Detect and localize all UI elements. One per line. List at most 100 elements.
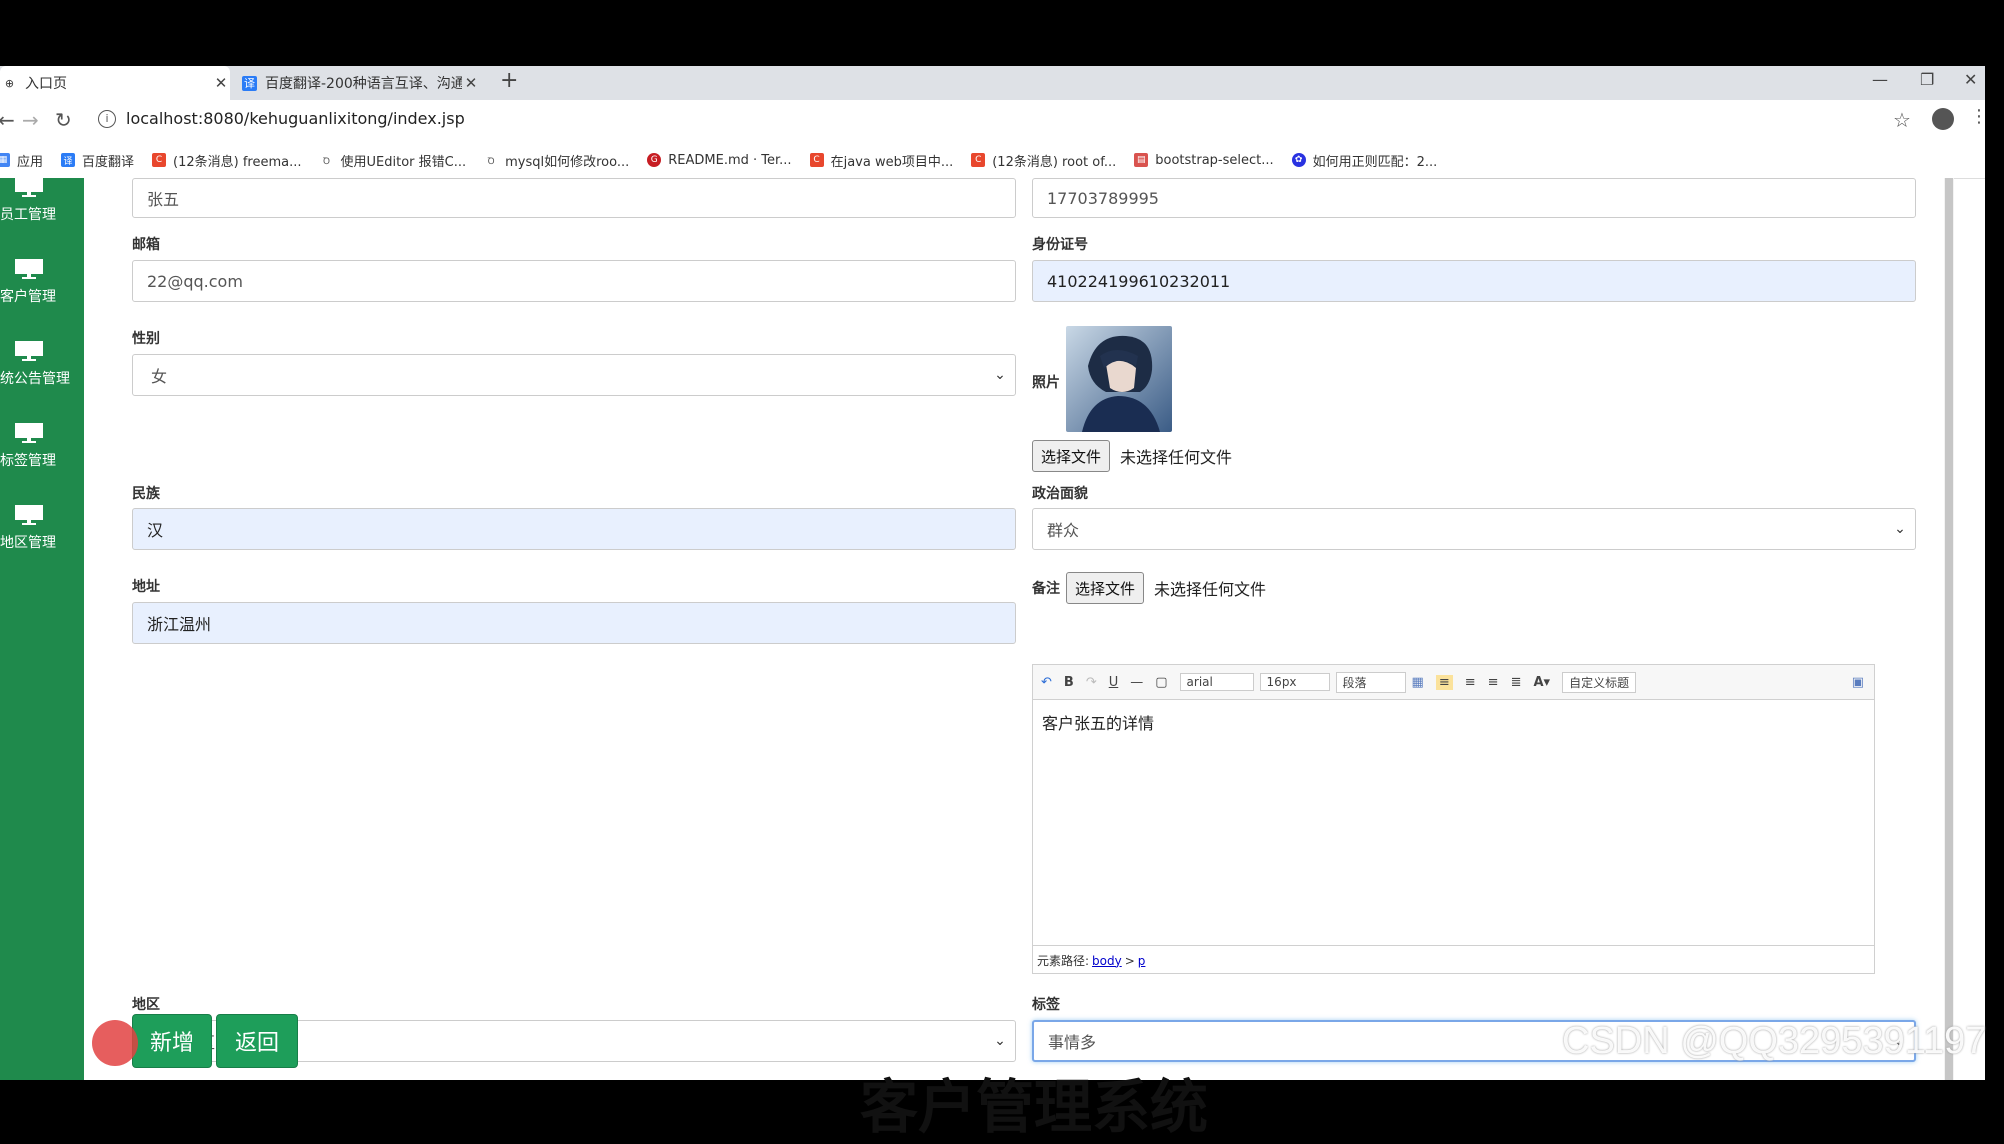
photo-file-status: 未选择任何文件 bbox=[1120, 448, 1233, 467]
chevron-down-icon: ⌄ bbox=[1894, 521, 1906, 537]
add-button[interactable]: 新增 bbox=[132, 1014, 212, 1068]
photo-file-button[interactable]: 选择文件 bbox=[1032, 440, 1111, 472]
monitor-icon bbox=[15, 259, 43, 279]
chevron-down-icon: ⌄ bbox=[994, 1033, 1006, 1049]
rich-text-editor: ↶ B ↷ U — ▢ arial 16px 段落 ▦ ≡ ≡ ≡ ≣ A▾ 自… bbox=[1032, 664, 1875, 974]
baidu-translate-icon: 译 bbox=[242, 75, 257, 91]
remark-file-button[interactable]: 选择文件 bbox=[1066, 572, 1145, 604]
editor-content[interactable]: 客户张五的详情 bbox=[1033, 700, 1874, 945]
scrollbar-thumb[interactable] bbox=[1945, 178, 1953, 1080]
chevron-down-icon: ⌄ bbox=[994, 367, 1006, 383]
new-tab-button[interactable]: + bbox=[500, 68, 518, 93]
apps-icon: ▦ bbox=[0, 153, 10, 167]
address-label: 地址 bbox=[132, 579, 160, 595]
bookmark-item[interactable]: Ꝺ 使用UEditor 报错C... bbox=[320, 151, 466, 170]
bookmark-item[interactable]: C (12条消息) root of... bbox=[971, 151, 1116, 170]
redo-icon[interactable]: ↷ bbox=[1086, 675, 1097, 690]
bookmark-apps[interactable]: ▦ 应用 bbox=[0, 151, 43, 170]
sidebar: 员工管理 客户管理 统公告管理 标签管理 地区管理 bbox=[0, 177, 84, 1080]
underline-icon[interactable]: U bbox=[1109, 675, 1119, 690]
align-left-icon[interactable]: ≡ bbox=[1435, 674, 1453, 690]
video-caption: 客户管理系统 bbox=[860, 1073, 1209, 1141]
bookmark-item[interactable]: C 在java web项目中... bbox=[809, 151, 953, 170]
monitor-icon bbox=[15, 423, 43, 443]
page-scrollbar[interactable] bbox=[1944, 178, 1954, 1080]
ethnicity-label: 民族 bbox=[132, 486, 160, 502]
paragraph-select[interactable]: 段落 bbox=[1335, 671, 1406, 693]
email-label: 邮箱 bbox=[132, 237, 160, 253]
csdn-watermark: CSDN @QQ3295391197 bbox=[1562, 1020, 1987, 1062]
customer-photo bbox=[1066, 326, 1172, 432]
back-button[interactable]: 返回 bbox=[216, 1014, 298, 1068]
custom-title-select[interactable]: 自定义标题 bbox=[1562, 671, 1637, 693]
menu-icon[interactable]: ⋮ bbox=[1970, 106, 1985, 127]
address-bar: ← → ↻ i localhost:8080/kehuguanlixitong/… bbox=[0, 100, 1985, 143]
editor-path-bar: 元素路径: body > p bbox=[1033, 945, 1874, 975]
mysql-icon: Ꝺ bbox=[487, 156, 495, 167]
bookmark-item[interactable]: ▤ bootstrap-select... bbox=[1134, 153, 1274, 168]
tab-bar: ⊕ 入口页 ✕ 译 百度翻译-200种语言互译、沟通 ✕ + — ❐ ✕ bbox=[0, 66, 1985, 100]
gitee-icon: G bbox=[647, 153, 662, 167]
monitor-icon bbox=[15, 341, 43, 361]
csdn-icon: C bbox=[152, 153, 167, 167]
info-icon: i bbox=[98, 109, 116, 128]
ethnicity-input[interactable]: 汉 bbox=[132, 508, 1016, 550]
bookmarks-bar: ▦ 应用 译 百度翻译 C (12条消息) freema... Ꝺ 使用UEdi… bbox=[0, 142, 1985, 179]
font-family-select[interactable]: arial bbox=[1179, 673, 1254, 691]
minimize-icon[interactable]: — bbox=[1872, 70, 1888, 89]
baidu-translate-icon: 译 bbox=[61, 153, 76, 167]
political-select[interactable]: 群众 ⌄ bbox=[1032, 508, 1916, 550]
account-icon[interactable] bbox=[1932, 108, 1954, 130]
tab-entry-page[interactable]: ⊕ 入口页 ✕ bbox=[0, 66, 230, 100]
font-color-icon[interactable]: A▾ bbox=[1533, 675, 1550, 690]
bookmark-item[interactable]: G README.md · Ter... bbox=[647, 153, 792, 168]
name-input[interactable]: 张五 bbox=[132, 178, 1016, 218]
path-body-link[interactable]: body bbox=[1092, 954, 1122, 968]
browser-window: ⊕ 入口页 ✕ 译 百度翻译-200种语言互译、沟通 ✕ + — ❐ ✕ ← →… bbox=[0, 66, 1985, 1080]
monitor-icon bbox=[15, 177, 43, 197]
bookmark-item[interactable]: ✿ 如何用正则匹配：2... bbox=[1291, 151, 1437, 170]
tab-baidu-translate[interactable]: 译 百度翻译-200种语言互译、沟通 ✕ bbox=[240, 66, 480, 100]
reload-icon[interactable]: ↻ bbox=[55, 108, 72, 132]
political-label: 政治面貌 bbox=[1032, 486, 1088, 502]
baidu-icon: ✿ bbox=[1291, 153, 1306, 167]
bookmark-item[interactable]: 译 百度翻译 bbox=[61, 151, 134, 170]
region-label: 地区 bbox=[132, 997, 160, 1013]
restore-icon[interactable]: ❐ bbox=[1920, 70, 1934, 89]
address-input[interactable]: 浙江温州 bbox=[132, 602, 1016, 644]
clear-format-icon[interactable]: ▢ bbox=[1155, 675, 1167, 690]
forward-icon[interactable]: → bbox=[22, 108, 39, 132]
font-size-select[interactable]: 16px bbox=[1259, 673, 1330, 691]
align-center-icon[interactable]: ≡ bbox=[1465, 675, 1476, 690]
path-p-link[interactable]: p bbox=[1138, 954, 1146, 968]
url-field[interactable]: i localhost:8080/kehuguanlixitong/index.… bbox=[98, 109, 465, 128]
bold-icon[interactable]: B bbox=[1064, 675, 1074, 690]
email-input[interactable]: 22@qq.com bbox=[132, 260, 1016, 302]
bookmark-item[interactable]: Ꝺ mysql如何修改roo... bbox=[484, 151, 630, 170]
phone-input[interactable]: 17703789995 bbox=[1032, 178, 1916, 218]
table-icon[interactable]: ▦ bbox=[1412, 675, 1424, 690]
window-close-icon[interactable]: ✕ bbox=[1964, 70, 1977, 89]
fullscreen-icon[interactable]: ▣ bbox=[1852, 675, 1864, 690]
bookmark-icon: ▤ bbox=[1134, 153, 1149, 167]
csdn-icon: C bbox=[971, 153, 986, 167]
idcard-input[interactable]: 410224199610232011 bbox=[1032, 260, 1916, 302]
idcard-label: 身份证号 bbox=[1032, 237, 1088, 253]
monitor-icon bbox=[15, 505, 43, 525]
align-justify-icon[interactable]: ≣ bbox=[1511, 675, 1522, 690]
remark-file-status: 未选择任何文件 bbox=[1154, 580, 1267, 599]
horizontal-rule-icon[interactable]: — bbox=[1130, 675, 1143, 690]
gender-select[interactable]: 女 ⌄ bbox=[132, 354, 1016, 396]
ueditor-icon: Ꝺ bbox=[323, 156, 331, 167]
remark-label: 备注 bbox=[1032, 581, 1060, 597]
csdn-icon: C bbox=[809, 153, 824, 167]
bookmark-star-icon[interactable]: ☆ bbox=[1893, 108, 1911, 132]
back-icon[interactable]: ← bbox=[0, 108, 15, 132]
undo-icon[interactable]: ↶ bbox=[1041, 675, 1052, 690]
bookmark-item[interactable]: C (12条消息) freema... bbox=[152, 151, 302, 170]
align-right-icon[interactable]: ≡ bbox=[1488, 675, 1499, 690]
customer-form: 张五 17703789995 邮箱 22@qq.com 身份证号 4102241… bbox=[84, 178, 1954, 1080]
close-icon[interactable]: ✕ bbox=[212, 74, 230, 92]
close-icon[interactable]: ✕ bbox=[462, 74, 480, 92]
globe-icon: ⊕ bbox=[4, 76, 15, 90]
